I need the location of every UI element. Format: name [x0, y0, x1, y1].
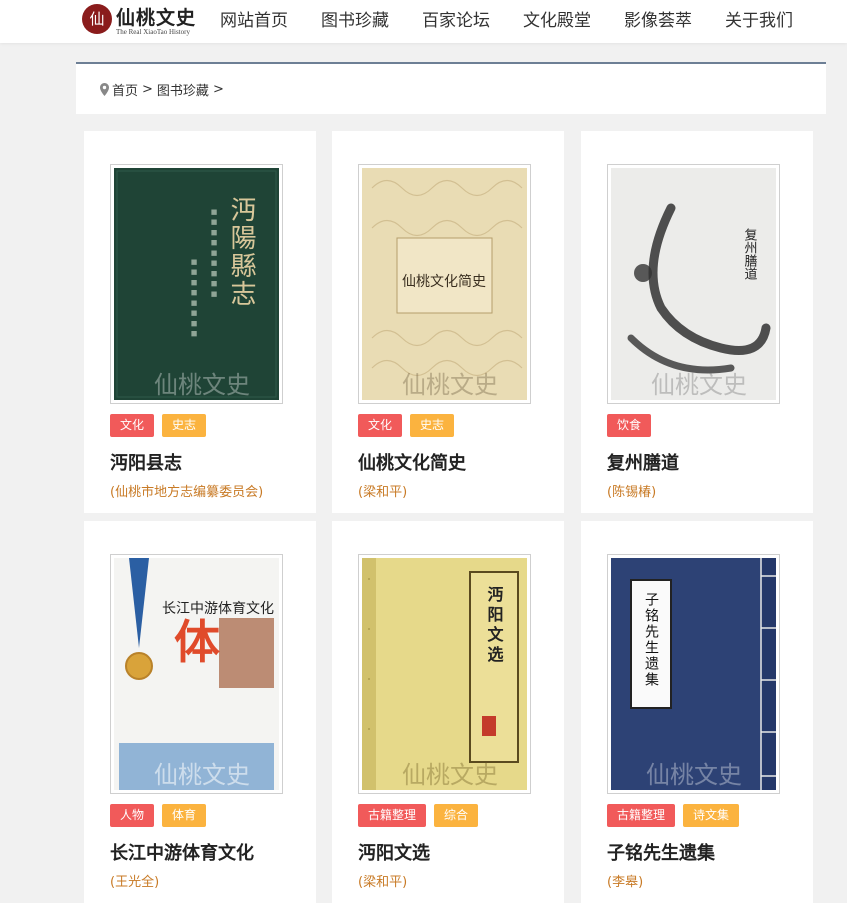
book-author: (梁和平) [358, 875, 408, 890]
book-card[interactable]: 沔阳文选 仙桃文史 古籍整理 综合 沔阳文选 (梁和平) [332, 521, 564, 903]
nav-item-home[interactable]: 网站首页 [220, 0, 288, 43]
logo-name: 仙桃文史 [116, 7, 197, 29]
book-title[interactable]: 子铭先生遗集 [607, 839, 715, 865]
book-author: (陈锡椿) [607, 485, 657, 500]
tag[interactable]: 文化 [110, 414, 155, 437]
book-card[interactable]: 复州膳道 仙桃文史 饮食 复州膳道 (陈锡椿) [581, 131, 813, 513]
tag-list: 人物 体育 [110, 804, 214, 827]
tag[interactable]: 诗文集 [683, 804, 740, 827]
site-header: 仙 仙桃文史 The Real XiaoTao History 网站首页 图书珍… [0, 0, 847, 43]
tag[interactable]: 体育 [162, 804, 207, 827]
cover-title-text: 长江中游体育文化 [162, 601, 274, 617]
nav-item-about[interactable]: 关于我们 [725, 0, 793, 43]
book-card[interactable]: 子铭先生遗集 仙桃文史 古籍整理 诗文集 子铭先生遗集 (李皋) [581, 521, 813, 903]
cover-title-text: 仙桃文化简史 [402, 273, 486, 290]
svg-text:■ ■ ■ ■ ■ ■ ■ ■: ■ ■ ■ ■ ■ ■ ■ ■ [190, 258, 198, 338]
book-author: (王光全) [110, 875, 160, 890]
book-cover-image: 体 长江中游体育文化 仙桃文史 [114, 558, 279, 790]
location-pin-icon [100, 82, 109, 96]
logo-seal-icon: 仙 [82, 4, 112, 34]
nav-item-culture[interactable]: 文化殿堂 [523, 0, 591, 43]
breadcrumb-current[interactable]: 图书珍藏 [157, 80, 209, 99]
tag-list: 文化 史志 [358, 414, 462, 437]
book-title[interactable]: 沔阳文选 [358, 839, 430, 865]
tag[interactable]: 文化 [358, 414, 403, 437]
breadcrumb-separator: > [212, 81, 224, 97]
book-title[interactable]: 仙桃文化简史 [358, 449, 466, 475]
tag[interactable]: 古籍整理 [358, 804, 427, 827]
nav-item-gallery[interactable]: 影像荟萃 [624, 0, 692, 43]
tag[interactable]: 史志 [162, 414, 207, 437]
cover-watermark: 仙桃文史 [402, 761, 498, 789]
book-author: (梁和平) [358, 485, 408, 500]
tag-list: 饮食 [607, 414, 659, 437]
tag[interactable]: 综合 [434, 804, 479, 827]
book-title[interactable]: 长江中游体育文化 [110, 839, 254, 865]
tag[interactable]: 人物 [110, 804, 155, 827]
book-author: (李皋) [607, 875, 644, 890]
tag[interactable]: 古籍整理 [607, 804, 676, 827]
main-nav: 网站首页 图书珍藏 百家论坛 文化殿堂 影像荟萃 关于我们 [220, 0, 826, 43]
breadcrumb-separator: > [142, 81, 153, 97]
cover-watermark: 仙桃文史 [154, 761, 250, 789]
svg-text:■ ■ ■ ■ ■ ■ ■ ■ ■: ■ ■ ■ ■ ■ ■ ■ ■ ■ [210, 208, 218, 298]
nav-item-books[interactable]: 图书珍藏 [321, 0, 389, 43]
tag[interactable]: 史志 [410, 414, 455, 437]
book-title[interactable]: 复州膳道 [607, 449, 679, 475]
nav-item-forum[interactable]: 百家论坛 [422, 0, 490, 43]
book-cover[interactable]: 沔阳文选 仙桃文史 [358, 554, 531, 794]
cover-watermark: 仙桃文史 [651, 371, 747, 399]
book-card[interactable]: 沔陽縣志 ■ ■ ■ ■ ■ ■ ■ ■ ■ ■ ■ ■ ■ ■ ■ ■ ■ 仙… [84, 131, 316, 513]
breadcrumb-home[interactable]: 首页 [112, 80, 138, 99]
book-cover[interactable]: 子铭先生遗集 仙桃文史 [607, 554, 780, 794]
book-card[interactable]: 体 长江中游体育文化 仙桃文史 人物 体育 长江中游体育文化 (王光全) [84, 521, 316, 903]
cover-title-text: 复州膳道 [742, 228, 758, 280]
book-card[interactable]: 仙桃文化简史 仙桃文史 文化 史志 仙桃文化简史 (梁和平) [332, 131, 564, 513]
logo-subtitle: The Real XiaoTao History [116, 28, 190, 36]
tag-list: 古籍整理 综合 [358, 804, 486, 827]
book-author: (仙桃市地方志编纂委员会) [110, 485, 264, 500]
cover-title-text: 沔陽縣志 [226, 196, 256, 308]
book-cover-image: 沔阳文选 仙桃文史 [362, 558, 527, 790]
book-cover[interactable]: 沔陽縣志 ■ ■ ■ ■ ■ ■ ■ ■ ■ ■ ■ ■ ■ ■ ■ ■ ■ 仙… [110, 164, 283, 404]
book-cover[interactable]: 体 长江中游体育文化 仙桃文史 [110, 554, 283, 794]
book-cover[interactable]: 复州膳道 仙桃文史 [607, 164, 780, 404]
breadcrumb: 首页 > 图书珍藏 > [76, 62, 826, 114]
cover-title-text: 子铭先生遗集 [643, 592, 659, 688]
cover-watermark: 仙桃文史 [402, 371, 498, 399]
tag-list: 文化 史志 [110, 414, 214, 437]
book-cover-image: 子铭先生遗集 仙桃文史 [611, 558, 776, 790]
book-cover-image: 沔陽縣志 ■ ■ ■ ■ ■ ■ ■ ■ ■ ■ ■ ■ ■ ■ ■ ■ ■ 仙… [114, 168, 279, 400]
tag[interactable]: 饮食 [607, 414, 652, 437]
cover-watermark: 仙桃文史 [646, 761, 742, 789]
site-logo[interactable]: 仙 仙桃文史 The Real XiaoTao History [82, 4, 207, 38]
book-cover-image: 复州膳道 仙桃文史 [611, 168, 776, 400]
book-title[interactable]: 沔阳县志 [110, 449, 182, 475]
tag-list: 古籍整理 诗文集 [607, 804, 747, 827]
book-cover-image: 仙桃文化简史 仙桃文史 [362, 168, 527, 400]
cover-watermark: 仙桃文史 [154, 371, 250, 399]
book-cover[interactable]: 仙桃文化简史 仙桃文史 [358, 164, 531, 404]
svg-text:体: 体 [174, 615, 220, 669]
cover-title-text: 沔阳文选 [485, 586, 504, 666]
